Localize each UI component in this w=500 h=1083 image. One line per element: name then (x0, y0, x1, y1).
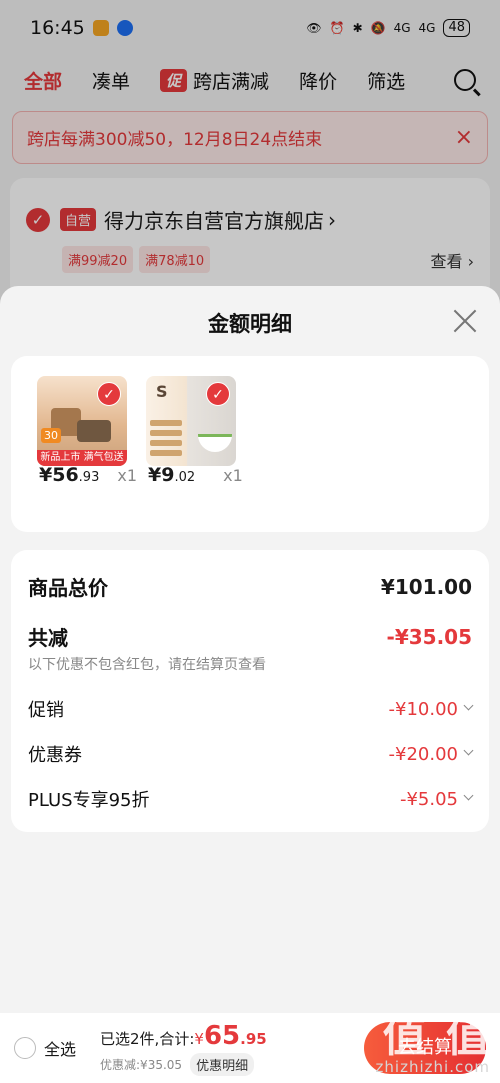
image-letter: S (156, 382, 168, 401)
price-summary-card: 商品总价 ¥101.00 共减 -¥35.05 以下优惠不包含红包，请在结算页查… (11, 550, 489, 832)
currency-symbol: ¥ (194, 1029, 204, 1048)
chevron-down-icon (463, 700, 474, 710)
sheet-title: 金额明细 (208, 312, 292, 336)
product-list-card: 30 579 新品上市 满气包送 ✓ ¥56.93 x1 S ✓ ¥9.02 x… (11, 356, 489, 532)
plus-value: -¥5.05 (399, 788, 458, 810)
amount-detail-sheet: 金额明细 30 579 新品上市 满气包送 ✓ ¥56.93 x1 S ✓ (0, 286, 500, 1013)
plus-label: PLUS专享95折 (28, 790, 150, 811)
coupon-row[interactable]: 优惠券 -¥20.00 (28, 741, 474, 767)
promo-row[interactable]: 促销 -¥10.00 (28, 696, 474, 722)
product-image: S ✓ (146, 376, 236, 466)
select-all-label[interactable]: 全选 (44, 1036, 76, 1060)
order-summary: 已选2件,合计: ¥ 65.95 优惠减:¥35.05 优惠明细 (100, 1021, 267, 1076)
saved-amount: 优惠减:¥35.05 (100, 1057, 183, 1072)
discount-detail-button[interactable]: 优惠明细 (190, 1052, 255, 1076)
watermark-site: zhizhizhi.com (375, 1058, 490, 1076)
total-label: 商品总价 (28, 576, 108, 600)
plus-discount-row[interactable]: PLUS专享95折 -¥5.05 (28, 786, 474, 812)
select-all-radio[interactable] (14, 1037, 36, 1059)
coupon-label: 优惠券 (28, 745, 82, 766)
checkmark-icon: ✓ (206, 382, 230, 406)
product-qty: x1 (223, 466, 243, 485)
watermark-logo: 值 值 值 (319, 1011, 492, 1062)
total-amount: 65.95 (203, 1020, 267, 1051)
product-price-row: ¥9.02 x1 (148, 464, 268, 486)
discount-label: 共减 (28, 626, 68, 650)
product-price: ¥9.02 (148, 464, 196, 486)
discount-row: 共减 -¥35.05 (28, 622, 472, 651)
coupon-value: -¥20.00 (388, 743, 458, 765)
selected-count: 已选2件,合计: (100, 1029, 195, 1048)
discount-note: 以下优惠不包含红包，请在结算页查看 (28, 657, 266, 673)
discount-value: -¥35.05 (386, 624, 472, 649)
total-value: ¥101.00 (380, 574, 472, 599)
product-item[interactable]: S ✓ (146, 376, 238, 466)
product-price-row: ¥56.93 x1 (39, 464, 159, 486)
chevron-down-icon (463, 745, 474, 755)
promo-label: 促销 (28, 700, 64, 721)
product-item[interactable]: 30 579 新品上市 满气包送 ✓ (37, 376, 129, 466)
total-row: 商品总价 ¥101.00 (28, 572, 472, 601)
product-image: 30 579 新品上市 满气包送 ✓ (37, 376, 127, 466)
close-icon[interactable] (452, 308, 478, 334)
product-price: ¥56.93 (39, 464, 100, 486)
image-tag: 30 (41, 428, 61, 443)
chevron-down-icon (463, 790, 474, 800)
checkmark-icon: ✓ (97, 382, 121, 406)
promo-value: -¥10.00 (388, 698, 458, 720)
product-qty: x1 (117, 466, 138, 485)
